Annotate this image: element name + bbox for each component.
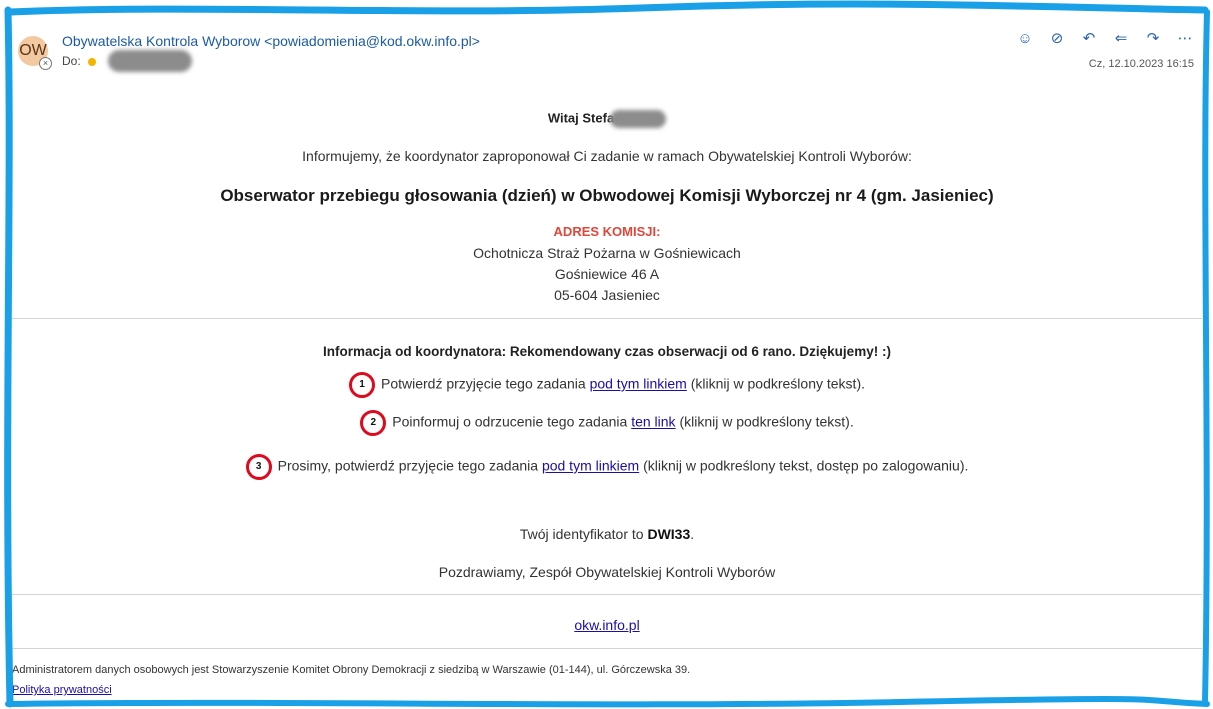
action-3-text: Prosimy, potwierdź przyjęcie tego zadani… — [277, 457, 542, 474]
action-1-text: Potwierdź przyjęcie tego zadania — [381, 375, 590, 392]
divider — [12, 648, 1202, 649]
confirm-logged-in-link[interactable]: pod tym linkiem — [542, 458, 639, 474]
site-link[interactable]: okw.info.pl — [574, 617, 639, 633]
greeting-text: Witaj Stefa — [547, 110, 615, 126]
action-row-2: 2 Poinformuj o odrzucenie tego zadania te… — [12, 410, 1202, 436]
action-2-hint: (kliknij w podkreślony tekst). — [675, 413, 854, 430]
action-1-hint: (kliknij w podkreślony tekst). — [686, 375, 865, 392]
privacy-policy-link[interactable]: Polityka prywatności — [12, 684, 112, 696]
reply-all-icon[interactable]: ⇐ — [1112, 30, 1130, 48]
action-row-1: 1 Potwierdź przyjęcie tego zadania pod ty… — [12, 372, 1202, 398]
marker-1: 1 — [349, 372, 375, 398]
message-toolbar: ☺ ⊘ ↶ ⇐ ↷ ⋯ — [1016, 30, 1194, 48]
email-view: OW × Obywatelska Kontrola Wyborow <powia… — [12, 14, 1202, 704]
divider — [12, 594, 1202, 595]
admin-notice: Administratorem danych osobowych jest St… — [12, 664, 691, 676]
identifier-value: DWI33 — [647, 526, 691, 542]
regards-text: Pozdrawiamy, Zespół Obywatelskiej Kontro… — [438, 564, 776, 580]
recipient-redacted — [108, 50, 192, 72]
action-2-text: Poinformuj o odrzucenie tego zadania — [392, 413, 632, 430]
identifier-label: Twój identyfikator to — [519, 526, 648, 542]
to-label: Do: — [62, 54, 81, 68]
name-redacted — [610, 110, 667, 128]
emoji-icon[interactable]: ☺ — [1016, 30, 1034, 48]
message-date: Cz, 12.10.2023 16:15 — [1088, 58, 1194, 70]
presence-badge-icon: × — [39, 57, 52, 70]
address-line-1: Ochotnicza Straż Pożarna w Gośniewicach — [473, 245, 741, 261]
address-line-2: Gośniewice 46 A — [554, 266, 660, 282]
greeting: Witaj Stefa — [12, 110, 1202, 128]
address-label: ADRES KOMISJI: — [553, 224, 661, 239]
action-3-hint: (kliknij w podkreślony tekst, dostęp po … — [639, 457, 969, 474]
identifier-line: Twój identyfikator to DWI33. — [12, 526, 1202, 542]
block-icon[interactable]: ⊘ — [1048, 30, 1066, 48]
coordinator-info: Informacja od koordynatora: Rekomendowan… — [323, 344, 891, 359]
more-icon[interactable]: ⋯ — [1176, 30, 1194, 48]
recipient-row: Do: — [62, 50, 192, 72]
action-row-3: 3 Prosimy, potwierdź przyjęcie tego zadan… — [12, 454, 1202, 480]
task-title: Obserwator przebiegu głosowania (dzień) … — [220, 186, 994, 205]
identifier-suffix: . — [690, 526, 695, 542]
sender-name[interactable]: Obywatelska Kontrola Wyborow <powiadomie… — [62, 33, 480, 49]
recipient-avatar-icon[interactable] — [88, 57, 97, 66]
marker-3: 3 — [245, 454, 272, 480]
divider — [12, 318, 1202, 319]
forward-icon[interactable]: ↷ — [1144, 30, 1162, 48]
marker-2: 2 — [360, 410, 387, 436]
reject-task-link[interactable]: ten link — [631, 414, 675, 430]
site-link-row: okw.info.pl — [12, 617, 1202, 633]
intro-text: Informujemy, że koordynator zaproponował… — [302, 148, 912, 164]
address-line-3: 05-604 Jasieniec — [554, 287, 660, 303]
reply-icon[interactable]: ↶ — [1080, 30, 1098, 48]
confirm-task-link[interactable]: pod tym linkiem — [590, 376, 687, 392]
privacy-row: Polityka prywatności — [12, 684, 112, 696]
